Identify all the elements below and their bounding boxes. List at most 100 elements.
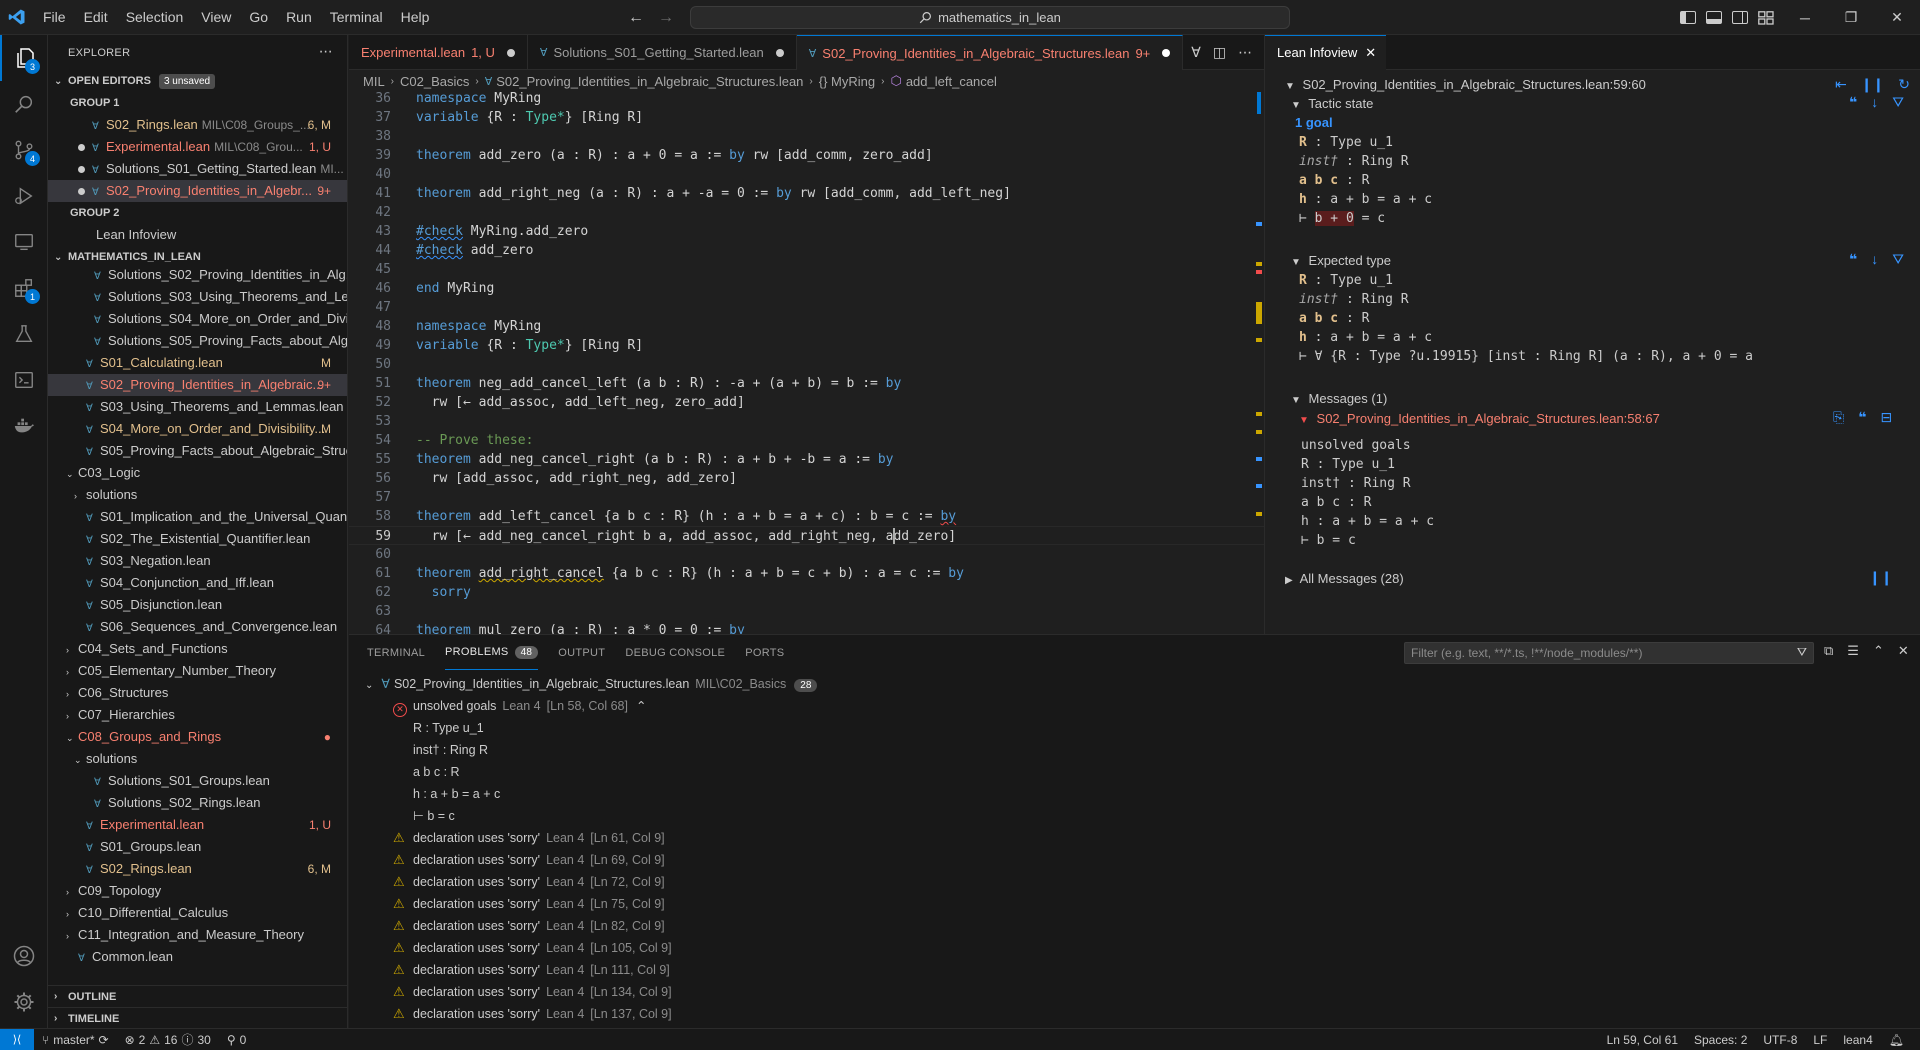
breadcrumb-item[interactable]: S02_Proving_Identities_in_Algebraic_Stru… [496,74,803,89]
back-arrow-icon[interactable]: ← [628,9,644,27]
problem-detail-row[interactable]: a b c : R [413,761,460,783]
tab-ports[interactable]: PORTS [745,635,784,670]
code-line[interactable]: 53 [349,412,1264,431]
file-item[interactable]: ∀ S01_Groups.lean [48,836,347,858]
tab-output[interactable]: OUTPUT [558,635,605,670]
goal-row[interactable]: ⊢ b + 0 = c [1299,209,1385,228]
code-line[interactable]: 36 namespace MyRing [349,92,1264,108]
code-line[interactable]: 39 theorem add_zero (a : R) : a + 0 = a :… [349,146,1264,165]
goal-row[interactable]: ⊢ ∀ {R : Type ?u.19915} [inst : Ring R] … [1299,347,1753,366]
message-line[interactable]: ⊢ b = c [1301,531,1356,550]
chevron-up-icon[interactable]: ⌃ [636,699,646,713]
close-window-icon[interactable]: ✕ [1874,0,1920,35]
copy-to-comment-icon[interactable]: ❝ [1849,251,1857,268]
folder-item[interactable]: ⌄ C08_Groups_and_Rings ● [48,726,347,748]
pause-icon[interactable]: ❙❙ [1869,569,1892,586]
tab-s02-proving-identities[interactable]: ∀ S02_Proving_Identities_in_Algebraic_St… [796,35,1184,70]
file-item[interactable]: ∀ S03_Using_Theorems_and_Lemmas.lean [48,396,347,418]
file-item[interactable]: ∀ Experimental.lean 1, U [48,814,347,836]
accounts-activity[interactable] [0,933,48,979]
menu-selection[interactable]: Selection [117,0,193,35]
file-item[interactable]: ∀ Solutions_S01_Groups.lean [48,770,347,792]
code-line[interactable]: 46 end MyRing [349,279,1264,298]
problem-row[interactable]: ⚠ declaration uses 'sorry' Lean 4 [Ln 111, … [393,959,670,981]
hypothesis-row[interactable]: R : Type u_1 [1299,271,1393,290]
code-line[interactable]: 37 variable {R : Type*} [Ring R] [349,108,1264,127]
menu-help[interactable]: Help [392,0,439,35]
folder-item[interactable]: ⌄ solutions [48,748,347,770]
sync-icon[interactable]: ⟳ [99,1033,109,1047]
tab-lean-infoview[interactable]: Lean Infoview ✕ [1265,34,1387,70]
menu-view[interactable]: View [192,0,240,35]
problem-row[interactable]: ⚠ declaration uses 'sorry' Lean 4 [Ln 137, … [393,1003,672,1025]
problem-detail-row[interactable]: h : a + b = a + c [413,783,500,805]
end-of-line[interactable]: LF [1805,1033,1835,1047]
file-item[interactable]: ∀ S04_More_on_Order_and_Divisibility... M [48,418,347,440]
message-line[interactable]: R : Type u_1 [1301,455,1395,474]
folder-item[interactable]: › C04_Sets_and_Functions [48,638,347,660]
hypothesis-row[interactable]: a b c : R [1299,171,1369,190]
tab-experimental[interactable]: Experimental.lean 1, U [349,35,528,70]
open-editor-item[interactable]: ∀ S02_Proving_Identities_in_Algebr... 9+ [48,180,347,202]
file-item[interactable]: ∀ S04_Conjunction_and_Iff.lean [48,572,347,594]
problem-row[interactable]: ⚠ declaration uses 'sorry' Lean 4 [Ln 82, C… [393,915,665,937]
folder-item[interactable]: › C06_Structures [48,682,347,704]
code-line[interactable]: 45 [349,260,1264,279]
message-line[interactable]: inst† : Ring R [1301,474,1411,493]
code-line[interactable]: 50 [349,355,1264,374]
folder-item[interactable]: › solutions [48,484,347,506]
problems-status[interactable]: ⊗ 2 ⚠ 16 ⓘ 30 [117,1031,219,1048]
code-line[interactable]: 49 variable {R : Type*} [Ring R] [349,336,1264,355]
file-item[interactable]: ∀ Solutions_S05_Proving_Facts_about_Alg..… [48,330,347,352]
tab-solutions-s01[interactable]: ∀ Solutions_S01_Getting_Started.lean [528,35,797,70]
unsaved-dot-icon[interactable] [506,48,515,57]
testing-activity[interactable] [0,311,48,357]
toggle-panel-icon[interactable] [1706,11,1722,24]
toggle-primary-sidebar-icon[interactable] [1680,11,1696,24]
unsaved-dot-icon[interactable] [78,144,85,151]
code-line[interactable]: 40 [349,165,1264,184]
collapse-all-icon[interactable]: ⧉ [1824,643,1833,659]
problem-row[interactable]: ⚠ declaration uses 'sorry' Lean 4 [Ln 134, … [393,981,672,1003]
problem-file-row[interactable]: ⌄ ∀ S02_Proving_Identities_in_Algebraic_St… [365,673,818,695]
code-line[interactable]: 57 [349,488,1264,507]
file-item[interactable]: ∀ Solutions_S02_Proving_Identities_in_Alg… [48,264,347,286]
forward-arrow-icon[interactable]: → [658,9,674,27]
timeline-section[interactable]: › TIMELINE [48,1007,347,1028]
code-line[interactable]: 51 theorem neg_add_cancel_left (a b : R) … [349,374,1264,393]
run-debug-activity[interactable] [0,173,48,219]
copy-to-comment-icon[interactable]: ❝ [1858,409,1866,426]
filter-icon[interactable]: ⛛ [1797,645,1807,660]
filter-icon[interactable]: ⛛ [1892,251,1904,268]
file-item[interactable]: ∀ Solutions_S02_Rings.lean [48,792,347,814]
code-line[interactable]: 64 theorem mul_zero (a : R) : a * 0 = 0 :… [349,621,1264,634]
code-line[interactable]: 42 [349,203,1264,222]
expected-type-header[interactable]: ▼ Expected type [1291,251,1391,270]
command-center-search[interactable]: mathematics_in_lean [690,6,1290,29]
code-line[interactable]: 38 [349,127,1264,146]
go-to-location-icon[interactable]: ⎘ [1833,409,1844,426]
code-line[interactable]: 48 namespace MyRing [349,317,1264,336]
branch-status[interactable]: ⑂ master* ⟳ [34,1033,117,1047]
problem-row[interactable]: ⚠ declaration uses 'sorry' Lean 4 [Ln 61, C… [393,827,665,849]
file-item[interactable]: ∀ S02_Proving_Identities_in_Algebraic... 9… [48,374,347,396]
view-as-table-icon[interactable]: ☰ [1847,643,1859,659]
save-icon[interactable]: ⊟ [1880,409,1892,426]
ports-status[interactable]: ⚲ 0 [219,1033,254,1047]
all-messages-header[interactable]: ▶ All Messages (28) [1285,569,1404,588]
language-mode[interactable]: lean4 [1835,1033,1880,1047]
code-line[interactable]: 55 theorem add_neg_cancel_right (a b : R)… [349,450,1264,469]
unsaved-dot-icon[interactable] [1162,49,1171,57]
open-editor-item[interactable]: ∀ Solutions_S01_Getting_Started.lean MI... [48,158,347,180]
manage-activity[interactable] [0,979,48,1025]
pause-icon[interactable]: ❙❙ [1861,76,1884,93]
code-line[interactable]: 52 rw [← add_assoc, add_left_neg, zero_a… [349,393,1264,412]
explorer-activity[interactable]: 3 [0,35,48,81]
breadcrumb-item[interactable]: {} MyRing [819,74,875,89]
copy-to-comment-icon[interactable]: ❝ [1849,94,1857,111]
file-item[interactable]: ∀ S06_Sequences_and_Convergence.lean [48,616,347,638]
folder-item[interactable]: › C05_Elementary_Number_Theory [48,660,347,682]
docker-activity[interactable] [0,403,48,449]
hypothesis-row[interactable]: h : a + b = a + c [1299,190,1432,209]
remote-indicator-icon[interactable]: ⟩⟨ [0,1028,34,1050]
